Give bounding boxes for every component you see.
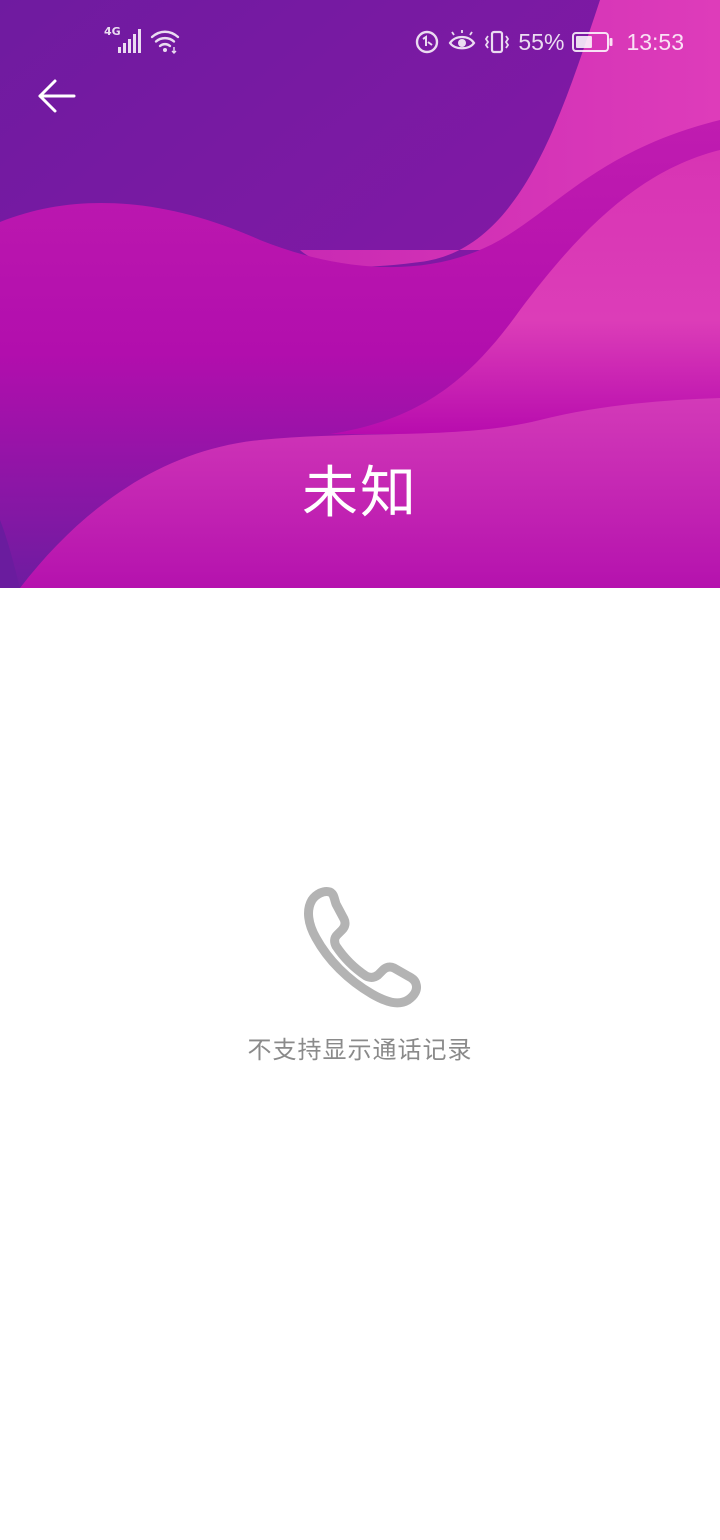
phone-icon xyxy=(304,887,421,1008)
status-left: 4G xyxy=(104,25,180,56)
wifi-icon xyxy=(150,30,180,54)
back-button[interactable] xyxy=(28,68,84,124)
data-saver-icon xyxy=(416,30,439,54)
status-right: 55% 13:53 xyxy=(414,26,684,58)
battery-percent: 55% xyxy=(518,28,565,55)
empty-message: 不支持显示通话记录 xyxy=(247,1036,473,1064)
battery-icon xyxy=(572,32,613,52)
arrow-left-icon xyxy=(38,79,76,113)
contact-name: 未知 xyxy=(302,461,418,526)
clock: 13:53 xyxy=(626,28,684,55)
contact-header: 4G 55% 13:53 未知 xyxy=(0,0,720,588)
eye-comfort-icon xyxy=(449,30,476,50)
status-bar: 4G 55% 13:53 xyxy=(0,0,720,84)
call-log-page: 4G 55% 13:53 未知 不支持显示通话记录 xyxy=(0,0,720,1540)
vibrate-icon xyxy=(485,30,510,54)
empty-state: 不支持显示通话记录 xyxy=(0,880,720,1065)
signal-icon: 4G xyxy=(104,25,142,55)
